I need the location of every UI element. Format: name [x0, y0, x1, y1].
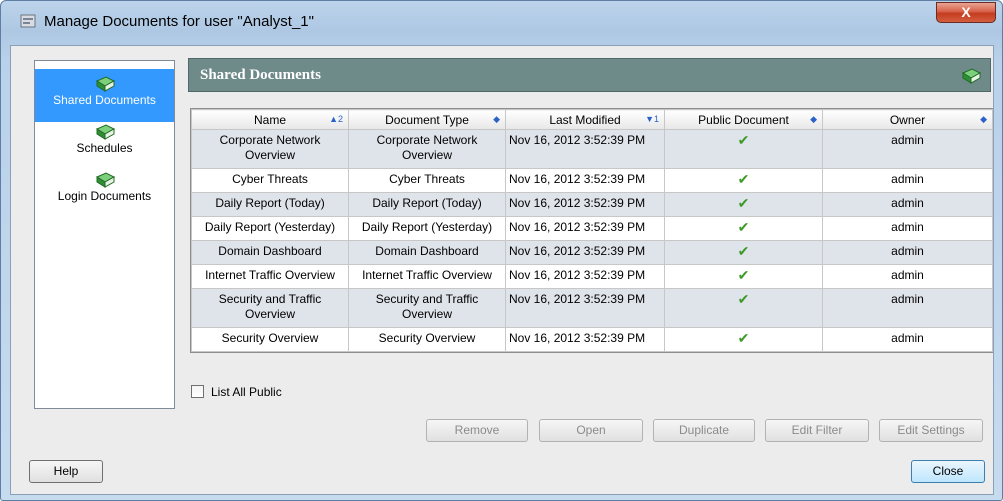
list-all-public-checkbox[interactable]	[191, 385, 204, 398]
book-icon	[95, 76, 115, 92]
checkmark-icon: ✔	[737, 291, 750, 307]
column-header-name[interactable]: Name ▲2	[191, 109, 349, 130]
app-icon	[20, 14, 36, 28]
cell-name: Security and Traffic Overview	[191, 288, 349, 328]
cell-owner: admin	[822, 327, 993, 352]
cell-public-document: ✔	[664, 129, 823, 169]
checkmark-icon: ✔	[737, 195, 750, 211]
checkmark-icon: ✔	[737, 219, 750, 235]
checkmark-icon: ✔	[737, 243, 750, 259]
cell-owner: admin	[822, 216, 993, 241]
cell-last-modified: Nov 16, 2012 3:52:39 PM	[505, 327, 665, 352]
edit-filter-button[interactable]: Edit Filter	[765, 419, 869, 442]
table-row[interactable]: Daily Report (Today) Daily Report (Today…	[191, 192, 993, 217]
category-sidebar: Shared Documents Schedules Login Documen…	[34, 60, 175, 409]
duplicate-button[interactable]: Duplicate	[653, 419, 755, 442]
column-header-document-type[interactable]: Document Type ◆	[348, 109, 506, 130]
cell-owner: admin	[822, 168, 993, 193]
cell-owner: admin	[822, 129, 993, 169]
cell-name: Cyber Threats	[191, 168, 349, 193]
table-row[interactable]: Domain Dashboard Domain Dashboard Nov 16…	[191, 240, 993, 265]
sort-icon: ◆	[810, 114, 817, 124]
cell-document-type: Daily Report (Today)	[348, 192, 506, 217]
book-icon	[95, 124, 115, 140]
sort-icon: ◆	[493, 114, 500, 124]
checkmark-icon: ✔	[737, 171, 750, 187]
cell-name: Corporate Network Overview	[191, 129, 349, 169]
edit-settings-button[interactable]: Edit Settings	[879, 419, 983, 442]
table-header-row: Name ▲2 Document Type ◆ Last Modified ▼1 Pu…	[191, 109, 993, 130]
cell-public-document: ✔	[664, 327, 823, 352]
table-row[interactable]: Internet Traffic Overview Internet Traff…	[191, 264, 993, 289]
cell-last-modified: Nov 16, 2012 3:52:39 PM	[505, 192, 665, 217]
column-header-public-document[interactable]: Public Document ◆	[664, 109, 823, 130]
cell-name: Daily Report (Yesterday)	[191, 216, 349, 241]
cell-owner: admin	[822, 240, 993, 265]
checkmark-icon: ✔	[737, 330, 750, 346]
close-icon: X	[961, 4, 971, 20]
table-row[interactable]: Cyber Threats Cyber Threats Nov 16, 2012…	[191, 168, 993, 193]
column-header-owner[interactable]: Owner ◆	[822, 109, 993, 130]
table-row[interactable]: Security Overview Security Overview Nov …	[191, 327, 993, 352]
checkmark-icon: ✔	[737, 267, 750, 283]
cell-document-type: Security and Traffic Overview	[348, 288, 506, 328]
book-icon	[961, 68, 982, 84]
open-button[interactable]: Open	[539, 419, 643, 442]
sidebar-item-login-documents[interactable]: Login Documents	[35, 171, 174, 203]
cell-document-type: Corporate Network Overview	[348, 129, 506, 169]
cell-public-document: ✔	[664, 240, 823, 265]
cell-document-type: Domain Dashboard	[348, 240, 506, 265]
sidebar-item-label: Schedules	[76, 141, 133, 155]
list-all-public-label: List All Public	[211, 385, 282, 399]
sidebar-item-schedules[interactable]: Schedules	[35, 123, 174, 155]
cell-last-modified: Nov 16, 2012 3:52:39 PM	[505, 288, 665, 328]
cell-document-type: Daily Report (Yesterday)	[348, 216, 506, 241]
window-close-button[interactable]: X	[936, 2, 996, 23]
cell-last-modified: Nov 16, 2012 3:52:39 PM	[505, 168, 665, 193]
cell-last-modified: Nov 16, 2012 3:52:39 PM	[505, 264, 665, 289]
sort-icon: ◆	[980, 114, 987, 124]
cell-name: Daily Report (Today)	[191, 192, 349, 217]
cell-public-document: ✔	[664, 192, 823, 217]
close-button[interactable]: Close	[911, 460, 985, 483]
cell-public-document: ✔	[664, 264, 823, 289]
panel-header: Shared Documents	[188, 58, 991, 92]
cell-name: Internet Traffic Overview	[191, 264, 349, 289]
window-title: Manage Documents for user "Analyst_1"	[44, 13, 314, 30]
table-row[interactable]: Daily Report (Yesterday) Daily Report (Y…	[191, 216, 993, 241]
cell-owner: admin	[822, 264, 993, 289]
sort-descending-icon: ▼1	[645, 114, 659, 124]
checkmark-icon: ✔	[737, 132, 750, 148]
cell-owner: admin	[822, 192, 993, 217]
cell-public-document: ✔	[664, 216, 823, 241]
sort-ascending-icon: ▲2	[329, 114, 343, 124]
cell-document-type: Cyber Threats	[348, 168, 506, 193]
cell-name: Domain Dashboard	[191, 240, 349, 265]
dialog-content: Shared Documents Schedules Login Documen…	[10, 45, 994, 495]
sidebar-item-shared-documents[interactable]: Shared Documents	[35, 75, 174, 107]
sidebar-item-label: Login Documents	[57, 189, 152, 203]
table-row[interactable]: Security and Traffic Overview Security a…	[191, 288, 993, 328]
cell-document-type: Internet Traffic Overview	[348, 264, 506, 289]
cell-owner: admin	[822, 288, 993, 328]
sidebar-item-label: Shared Documents	[53, 93, 156, 107]
manage-documents-window: Manage Documents for user "Analyst_1" X …	[0, 0, 1003, 501]
title-bar[interactable]: Manage Documents for user "Analyst_1" X	[1, 1, 1002, 45]
cell-last-modified: Nov 16, 2012 3:52:39 PM	[505, 129, 665, 169]
book-icon	[95, 172, 115, 188]
documents-table: Name ▲2 Document Type ◆ Last Modified ▼1 Pu…	[190, 108, 993, 353]
cell-name: Security Overview	[191, 327, 349, 352]
help-button[interactable]: Help	[29, 460, 103, 483]
cell-public-document: ✔	[664, 168, 823, 193]
cell-public-document: ✔	[664, 288, 823, 328]
cell-last-modified: Nov 16, 2012 3:52:39 PM	[505, 240, 665, 265]
panel-title: Shared Documents	[200, 67, 321, 83]
cell-last-modified: Nov 16, 2012 3:52:39 PM	[505, 216, 665, 241]
cell-document-type: Security Overview	[348, 327, 506, 352]
remove-button[interactable]: Remove	[426, 419, 528, 442]
table-row[interactable]: Corporate Network Overview Corporate Net…	[191, 129, 993, 169]
column-header-last-modified[interactable]: Last Modified ▼1	[505, 109, 665, 130]
